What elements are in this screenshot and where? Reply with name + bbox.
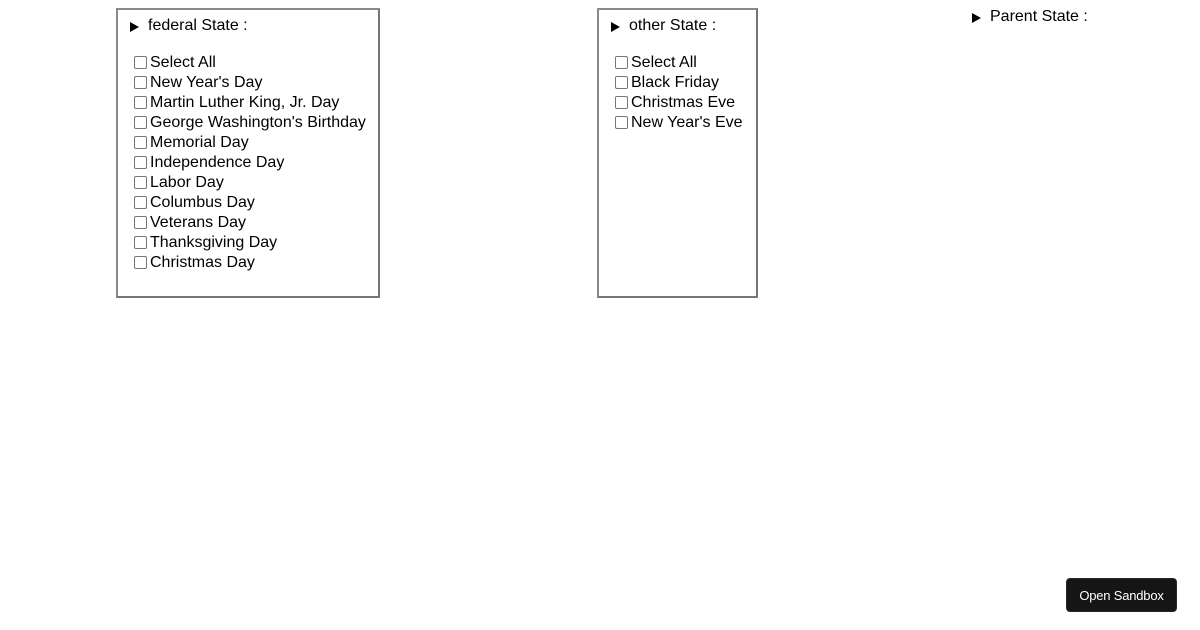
checkbox[interactable] [615,95,628,109]
checkbox-label: Veterans Day [150,214,247,231]
disclosure-triangle-icon [130,21,139,32]
checkbox[interactable] [134,195,147,209]
checkbox[interactable] [134,155,147,169]
checkbox-label: Memorial Day [150,134,249,151]
checkbox-washingtons-birthday[interactable]: George Washington's Birthday [134,113,366,133]
parent-state-panel: Parent State : [972,8,1088,26]
checkbox-veterans-day[interactable]: Veterans Day [134,213,366,233]
checkbox[interactable] [134,235,147,249]
checkbox-labor-day[interactable]: Labor Day [134,173,366,193]
federal-state-panel: federal State : Select All New Year's Da… [116,8,380,298]
checkbox[interactable] [134,255,147,269]
checkbox[interactable] [134,75,147,89]
checkbox-black-friday[interactable]: Black Friday [615,73,743,93]
checkbox-label: Select All [150,54,216,71]
checkbox-new-years-day[interactable]: New Year's Day [134,73,366,93]
other-state-label: other State : [629,17,717,34]
checkbox[interactable] [134,95,147,109]
checkbox-label: Independence Day [150,154,285,171]
checkbox-label: Black Friday [631,74,720,91]
checkbox[interactable] [134,175,147,189]
checkbox[interactable] [615,75,628,89]
checkbox-label: Columbus Day [150,194,255,211]
checkbox[interactable] [134,55,147,69]
checkbox[interactable] [615,115,628,129]
checkbox-label: Christmas Day [150,254,255,271]
checkbox-label: Select All [631,54,697,71]
parent-state-label: Parent State : [990,8,1088,25]
disclosure-triangle-icon [972,12,981,23]
checkbox-label: Martin Luther King, Jr. Day [150,94,340,111]
checkbox-christmas-eve[interactable]: Christmas Eve [615,93,743,113]
federal-holiday-list: Select All New Year's Day Martin Luther … [134,53,366,273]
parent-state-toggle[interactable]: Parent State : [972,8,1088,26]
checkbox[interactable] [134,115,147,129]
other-holiday-list: Select All Black Friday Christmas Eve Ne… [615,53,743,133]
checkbox-label: Christmas Eve [631,94,736,111]
checkbox-select-all[interactable]: Select All [615,53,743,73]
checkbox-independence-day[interactable]: Independence Day [134,153,366,173]
federal-state-label: federal State : [148,17,248,34]
checkbox-columbus-day[interactable]: Columbus Day [134,193,366,213]
checkbox-thanksgiving-day[interactable]: Thanksgiving Day [134,233,366,253]
checkbox-label: Labor Day [150,174,224,191]
open-sandbox-button[interactable]: Open Sandbox [1066,578,1177,612]
federal-state-toggle[interactable]: federal State : [130,17,248,35]
checkbox[interactable] [615,55,628,69]
checkbox[interactable] [134,135,147,149]
checkbox-memorial-day[interactable]: Memorial Day [134,133,366,153]
other-state-panel: other State : Select All Black Friday Ch… [597,8,758,298]
disclosure-triangle-icon [611,21,620,32]
checkbox-new-years-eve[interactable]: New Year's Eve [615,113,743,133]
checkbox-label: George Washington's Birthday [150,114,366,131]
checkbox[interactable] [134,215,147,229]
checkbox-label: New Year's Eve [631,114,743,131]
checkbox-select-all[interactable]: Select All [134,53,366,73]
other-state-toggle[interactable]: other State : [611,17,716,35]
checkbox-mlk-day[interactable]: Martin Luther King, Jr. Day [134,93,366,113]
checkbox-label: New Year's Day [150,74,263,91]
checkbox-label: Thanksgiving Day [150,234,278,251]
checkbox-christmas-day[interactable]: Christmas Day [134,253,366,273]
